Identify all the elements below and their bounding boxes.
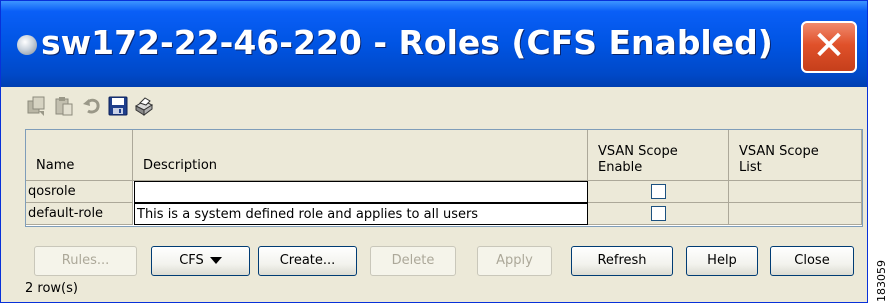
column-header-label: Description [143,158,218,173]
table-row[interactable]: qosrole [26,181,862,203]
print-icon[interactable] [133,95,155,117]
column-header-label: VSAN Scope List [739,144,819,175]
window-title: sw172-22-46-220 - Roles (CFS Enabled) [41,23,773,62]
undo-icon[interactable] [81,95,103,117]
delete-button[interactable]: Delete [370,246,456,276]
column-header-name[interactable]: Name [26,130,133,180]
cfs-button-label: CFS [179,253,204,268]
save-icon[interactable] [107,95,129,117]
column-header-label: VSAN Scope Enable [598,144,678,175]
column-header-vsan-scope-enable[interactable]: VSAN Scope Enable [588,130,729,180]
cell-vsan-scope-enable [588,181,729,203]
cell-vsan-scope-list[interactable] [729,203,862,225]
vsan-scope-enable-checkbox[interactable] [651,206,666,221]
cell-name[interactable]: qosrole [26,181,133,203]
refresh-button[interactable]: Refresh [571,246,673,276]
cell-vsan-scope-enable [588,203,729,225]
column-header-description[interactable]: Description [133,130,588,180]
apply-button[interactable]: Apply [477,246,552,276]
cell-description[interactable] [134,181,588,203]
create-button[interactable]: Create... [258,246,357,276]
row-count-status: 2 row(s) [25,281,78,296]
window-close-button[interactable]: ✕ [801,21,857,73]
paste-icon[interactable] [53,95,75,117]
cell-name[interactable]: default-role [26,203,133,225]
vsan-scope-enable-checkbox[interactable] [651,184,666,199]
figure-id: 183059 [874,246,888,302]
table-row[interactable]: default-role This is a system defined ro… [26,203,862,225]
close-button[interactable]: Close [770,246,854,276]
rules-button[interactable]: Rules... [34,246,137,276]
roles-window: sw172-22-46-220 - Roles (CFS Enabled) ✕ … [0,0,868,303]
cell-vsan-scope-list[interactable] [729,181,862,203]
cell-description[interactable]: This is a system defined role and applie… [134,203,588,225]
cfs-dropdown-button[interactable]: CFS [151,246,250,276]
help-button[interactable]: Help [686,246,758,276]
app-status-dot-icon [17,35,37,55]
copy-icon[interactable] [25,95,47,117]
table-header: Name Description VSAN Scope Enable VSAN … [26,130,862,181]
roles-table: Name Description VSAN Scope Enable VSAN … [25,129,863,227]
chevron-down-icon [209,257,222,264]
column-header-label: Name [36,158,75,173]
figure-id-label: 183059 [875,260,888,302]
column-header-vsan-scope-list[interactable]: VSAN Scope List [729,130,862,180]
title-bar[interactable]: sw172-22-46-220 - Roles (CFS Enabled) ✕ [1,1,867,87]
